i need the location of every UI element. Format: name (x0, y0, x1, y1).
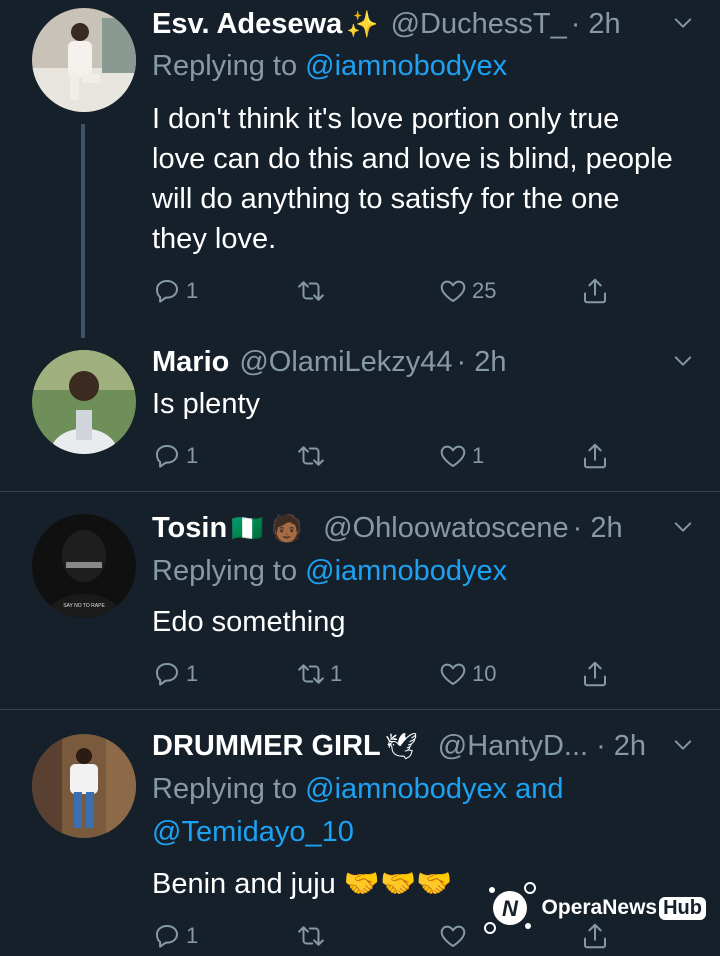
like-count: 10 (472, 661, 497, 686)
reply-count: 1 (186, 923, 199, 948)
chevron-down-icon[interactable] (672, 516, 694, 538)
username[interactable]: @DuchessT_ (391, 8, 567, 41)
operanews-logo-icon: N (483, 882, 536, 934)
timestamp: · 2h (572, 511, 623, 544)
reply-icon (152, 276, 182, 306)
retweet-icon (296, 441, 326, 471)
name-emoji: 🕊 (384, 730, 418, 761)
mention-link[interactable]: @iamnobodyex and (305, 773, 563, 805)
chevron-down-icon[interactable] (672, 734, 694, 756)
tweet-tosin[interactable]: SAY NO TO RAPE Tosin 🇳🇬 🧑🏾 @Ohloowatosce… (0, 492, 720, 708)
like-button[interactable]: 1 (438, 436, 484, 476)
reply-button[interactable]: 1 (152, 916, 198, 956)
tweet-header: DRUMMER GIRL 🕊 @HantyD... · 2h (152, 726, 676, 766)
like-button[interactable]: 10 (438, 654, 496, 694)
share-icon (580, 441, 610, 471)
replying-to: Replying to @iamnobodyex and (152, 773, 564, 805)
retweet-icon (296, 276, 326, 306)
chevron-down-icon[interactable] (672, 12, 694, 34)
retweet-icon (296, 921, 326, 951)
replying-to-line-2: @Temidayo_10 (152, 816, 354, 849)
chevron-down-icon[interactable] (672, 350, 694, 372)
reply-button[interactable]: 1 (152, 654, 198, 694)
retweet-icon (296, 659, 326, 689)
reply-icon (152, 921, 182, 951)
name-emoji: ✨ (346, 8, 379, 39)
display-name[interactable]: DRUMMER GIRL (152, 730, 381, 763)
reply-button[interactable]: 1 (152, 436, 198, 476)
tweet-text: Edo something (152, 606, 346, 638)
username[interactable]: @Ohloowatoscene (323, 512, 568, 545)
mention-link[interactable]: @iamnobodyex (305, 555, 507, 587)
tweet-header: Esv. Adesewa ✨ @DuchessT_ · 2h (152, 4, 676, 44)
timestamp: · 2h (596, 729, 647, 762)
like-count: 25 (472, 278, 497, 303)
tweet-mario[interactable]: Mario @OlamiLekzy44 · 2h Is plenty 1 1 (0, 340, 720, 490)
username[interactable]: @OlamiLekzy44 (239, 346, 452, 379)
avatar[interactable] (32, 734, 136, 838)
avatar[interactable] (32, 350, 136, 454)
retweet-count: 1 (330, 661, 343, 686)
replying-to: Replying to @iamnobodyex (152, 555, 508, 587)
reply-icon (152, 659, 182, 689)
share-button[interactable] (580, 271, 610, 311)
name-emoji: 🇳🇬 🧑🏾 (231, 512, 304, 543)
like-icon (438, 276, 468, 306)
display-name[interactable]: Tosin (152, 512, 227, 545)
operanews-watermark: N OperaNews Hub (482, 880, 706, 936)
username[interactable]: @HantyD... (438, 730, 588, 763)
share-button[interactable] (580, 654, 610, 694)
display-name[interactable]: Esv. Adesewa (152, 8, 342, 41)
reply-button[interactable]: 1 (152, 271, 198, 311)
like-button[interactable] (438, 916, 468, 956)
watermark-suffix: Hub (659, 896, 706, 920)
watermark-brand: OperaNews (541, 896, 658, 919)
tweet-actions: 1 1 10 (152, 654, 622, 694)
tweet-text: Is plenty (152, 388, 260, 420)
share-icon (580, 659, 610, 689)
retweet-button[interactable] (296, 916, 326, 956)
reply-count: 1 (186, 278, 199, 303)
tweet-adesewa[interactable]: Esv. Adesewa ✨ @DuchessT_ · 2h Replying … (0, 0, 720, 340)
tweet-header: Mario @OlamiLekzy44 · 2h (152, 342, 676, 382)
like-count: 1 (472, 443, 485, 468)
tweet-actions: 1 1 (152, 436, 622, 476)
tweet-actions: 1 25 (152, 271, 622, 311)
reply-count: 1 (186, 661, 199, 686)
like-icon (438, 441, 468, 471)
retweet-button[interactable] (296, 271, 330, 311)
share-button[interactable] (580, 436, 610, 476)
reply-count: 1 (186, 443, 199, 468)
like-icon (438, 921, 468, 951)
svg-text:N: N (502, 896, 519, 921)
retweet-button[interactable]: 1 (296, 654, 342, 694)
avatar[interactable] (32, 8, 136, 112)
display-name[interactable]: Mario (152, 346, 229, 379)
replying-to: Replying to @iamnobodyex (152, 50, 508, 82)
avatar-caption: SAY NO TO RAPE (63, 603, 105, 609)
tweet-header: Tosin 🇳🇬 🧑🏾 @Ohloowatoscene · 2h (152, 508, 676, 548)
mention-link[interactable]: @iamnobodyex (305, 50, 507, 82)
like-button[interactable]: 25 (438, 271, 496, 311)
retweet-button[interactable] (296, 436, 330, 476)
reply-icon (152, 441, 182, 471)
timestamp: · 2h (570, 7, 621, 40)
share-icon (580, 276, 610, 306)
thread-line (81, 124, 85, 338)
timestamp: · 2h (456, 345, 507, 378)
avatar[interactable]: SAY NO TO RAPE (32, 514, 136, 618)
like-icon (438, 659, 468, 689)
tweet-text: I don't think it's love portion only tru… (152, 103, 673, 255)
mention-link[interactable]: @Temidayo_10 (152, 816, 354, 848)
